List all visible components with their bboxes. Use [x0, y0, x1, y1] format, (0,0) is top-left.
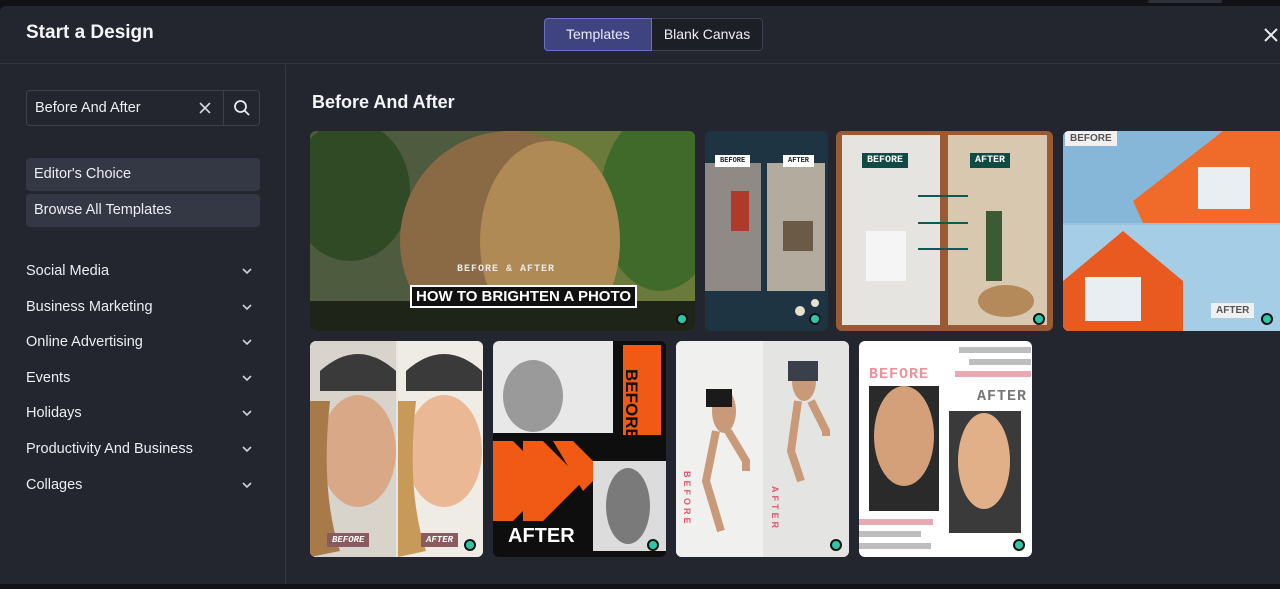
- category-label: Collages: [26, 477, 83, 493]
- category-productivity-and-business[interactable]: Productivity And Business: [26, 437, 254, 461]
- clear-search-button[interactable]: [197, 100, 213, 116]
- status-dot: [676, 313, 688, 325]
- category-events[interactable]: Events: [26, 366, 254, 390]
- chevron-down-icon: [242, 304, 252, 311]
- template-card-interior[interactable]: BEFORE AFTER: [836, 131, 1053, 331]
- template-card-jump[interactable]: BEFORE AFTER: [676, 341, 849, 557]
- tab-templates[interactable]: Templates: [544, 18, 652, 51]
- sidebar: Editor's Choice Browse All Templates Soc…: [0, 65, 286, 584]
- status-dot: [464, 539, 476, 551]
- after-label: AFTER: [770, 486, 780, 531]
- after-label: AFTER: [508, 525, 575, 547]
- before-label: BEFORE: [1065, 131, 1117, 146]
- modal-title: Start a Design: [26, 22, 154, 43]
- template-card-hair[interactable]: BEFORE & AFTER HOW TO BRIGHTEN A PHOTO: [310, 131, 695, 331]
- chevron-down-icon: [242, 268, 252, 275]
- clear-icon: [199, 102, 211, 114]
- after-label: AFTER: [1211, 303, 1255, 318]
- category-label: Events: [26, 370, 71, 386]
- template-thumbnail-image: [1063, 131, 1280, 331]
- close-icon: [1264, 28, 1278, 42]
- template-card-back[interactable]: BEFORE AFTER: [859, 341, 1032, 557]
- category-label: Online Advertising: [26, 334, 143, 350]
- search-input[interactable]: [27, 91, 197, 125]
- modal-header: Start a Design Templates Blank Canvas: [0, 6, 1280, 64]
- status-dot: [1033, 313, 1045, 325]
- category-label: Productivity And Business: [26, 441, 193, 457]
- after-label: AFTER: [783, 155, 815, 167]
- category-holidays[interactable]: Holidays: [26, 401, 254, 425]
- before-label: BEFORE: [862, 153, 909, 168]
- browse-all-templates-button[interactable]: Browse All Templates: [26, 194, 260, 227]
- start-design-modal: Start a Design Templates Blank Canvas Ed…: [0, 6, 1280, 584]
- status-dot: [647, 539, 659, 551]
- template-card-fitness[interactable]: BEFORE AFTER: [493, 341, 666, 557]
- template-card-house[interactable]: BEFORE AFTER: [1063, 131, 1280, 331]
- chevron-down-icon: [242, 446, 252, 453]
- tab-blank-canvas[interactable]: Blank Canvas: [651, 18, 764, 51]
- category-social-media[interactable]: Social Media: [26, 259, 254, 283]
- category-collages[interactable]: Collages: [26, 473, 254, 497]
- chevron-down-icon: [242, 339, 252, 346]
- design-mode-tabs: Templates Blank Canvas: [544, 18, 764, 51]
- before-label: BEFORE: [869, 366, 930, 383]
- search-button[interactable]: [233, 99, 251, 117]
- chevron-down-icon: [242, 410, 252, 417]
- search-icon: [234, 100, 250, 116]
- before-label: BEFORE: [715, 155, 751, 167]
- status-dot: [1261, 313, 1273, 325]
- search-box: [26, 90, 260, 126]
- template-thumbnail-image: [310, 341, 483, 557]
- category-label: Business Marketing: [26, 299, 153, 315]
- window-top-strip: [1148, 0, 1222, 3]
- results-title: Before And After: [312, 92, 455, 112]
- before-label: BEFORE: [622, 369, 641, 440]
- close-button[interactable]: [1262, 26, 1280, 44]
- template-thumbnail-image: [676, 341, 849, 557]
- before-label: BEFORE: [327, 533, 370, 547]
- after-label: AFTER: [977, 388, 1028, 405]
- category-online-advertising[interactable]: Online Advertising: [26, 330, 254, 354]
- after-label: AFTER: [421, 533, 459, 547]
- category-business-marketing[interactable]: Business Marketing: [26, 295, 254, 319]
- template-card-smile[interactable]: BEFORE AFTER: [310, 341, 483, 557]
- before-label: BEFORE: [682, 471, 692, 527]
- chevron-down-icon: [242, 375, 252, 382]
- card-caption-main: HOW TO BRIGHTEN A PHOTO: [410, 285, 638, 308]
- card-caption-top: BEFORE & AFTER: [457, 264, 556, 275]
- search-divider: [223, 91, 224, 125]
- status-dot: [1013, 539, 1025, 551]
- chevron-down-icon: [242, 482, 252, 489]
- after-label: AFTER: [970, 153, 1011, 168]
- status-dot: [830, 539, 842, 551]
- template-card-room[interactable]: BEFORE AFTER: [705, 131, 828, 331]
- category-label: Holidays: [26, 405, 82, 421]
- category-label: Social Media: [26, 263, 110, 279]
- editors-choice-button[interactable]: Editor's Choice: [26, 158, 260, 191]
- status-dot: [809, 313, 821, 325]
